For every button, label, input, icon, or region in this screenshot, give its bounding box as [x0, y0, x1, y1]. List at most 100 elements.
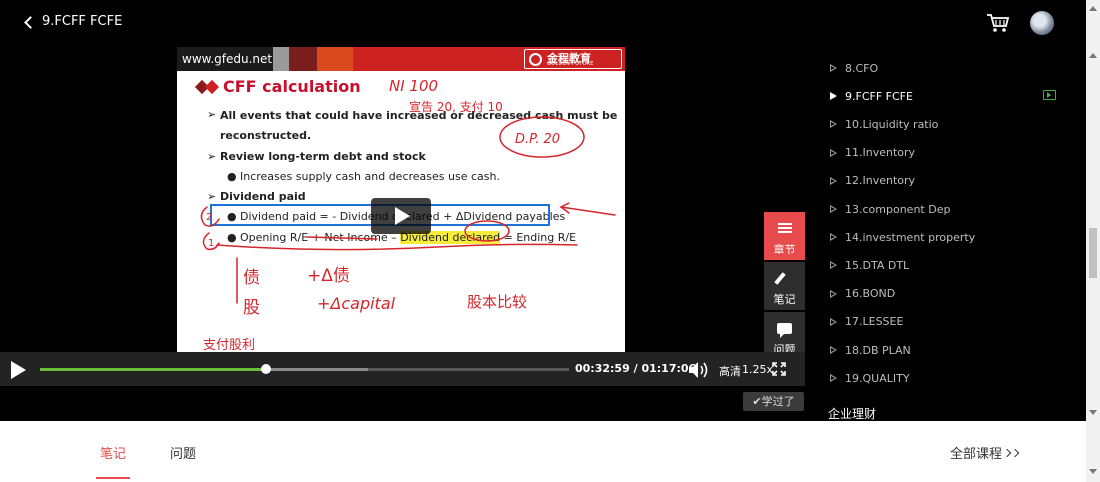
- chapter-item-label: 17.LESSEE: [845, 315, 904, 329]
- play-outline-icon: [830, 64, 837, 72]
- chapter-item[interactable]: 9.FCFF FCFE: [830, 86, 913, 106]
- chapter-item[interactable]: 19.QUALITY: [830, 368, 910, 388]
- chapter-item[interactable]: 15.DTA DTL: [830, 255, 909, 275]
- play-outline-icon: [830, 374, 837, 383]
- slide-line-part: = Ending R/E: [503, 231, 577, 244]
- all-courses-link[interactable]: 全部课程: [950, 443, 1020, 462]
- play-icon: [395, 207, 410, 225]
- course-player-page: 9.FCFF FCFE www.gfedu.net 金程教育 GOLDEN FU…: [0, 0, 1100, 482]
- bullet-arrow-icon: ➢: [207, 190, 217, 203]
- scroll-thumb[interactable]: [1089, 228, 1097, 278]
- mark-learned-button[interactable]: ✔学过了: [743, 392, 804, 411]
- play-outline-icon: [830, 92, 837, 101]
- chat-bubble-icon: [777, 323, 792, 338]
- play-outline-icon: [830, 120, 837, 129]
- annot-bottom-note: 支付股利: [203, 338, 255, 352]
- scroll-up-icon[interactable]: [1089, 6, 1097, 11]
- slide-line: Review long-term debt and stock: [220, 150, 426, 163]
- scroll-down-icon[interactable]: [1089, 469, 1097, 474]
- tab-notes[interactable]: 笔记: [100, 443, 126, 462]
- chapter-item[interactable]: 12.Inventory: [830, 171, 915, 191]
- active-tab-underline: [96, 477, 130, 479]
- center-play-button[interactable]: [371, 198, 431, 234]
- chapter-item[interactable]: 17.LESSEE: [830, 312, 903, 332]
- back-button[interactable]: 9.FCFF FCFE: [24, 14, 123, 29]
- slide-line: Increases supply cash and decreases use …: [240, 170, 500, 183]
- title-diamond-icon: [204, 79, 220, 95]
- all-courses-label: 全部课程: [950, 447, 1003, 462]
- quality-selector[interactable]: 高清: [719, 363, 741, 379]
- slide-line: reconstructed.: [220, 129, 312, 142]
- note-button[interactable]: 笔记: [764, 262, 805, 310]
- speed-selector[interactable]: 1.25x: [742, 363, 773, 376]
- play-outline-icon: [830, 205, 837, 213]
- play-outline-icon: [830, 261, 837, 270]
- pencil-icon: [774, 272, 786, 285]
- chapter-item-label: 16.BOND: [845, 287, 896, 301]
- annot-mark2: 1: [208, 238, 214, 249]
- play-outline-icon: [830, 233, 837, 242]
- lesson-title: 9.FCFF FCFE: [42, 14, 123, 29]
- tab-questions[interactable]: 问题: [170, 443, 196, 462]
- scroll-up-icon[interactable]: [1089, 53, 1097, 58]
- chapter-item-label: 9.FCFF FCFE: [845, 89, 913, 103]
- chapter-item-label: 13.component Dep: [845, 202, 951, 216]
- chapter-item-label: 8.CFO: [845, 61, 879, 75]
- bullet-arrow-icon: ➢: [207, 150, 217, 163]
- chapter-item-label: 18.DB PLAN: [845, 343, 911, 357]
- fullscreen-icon[interactable]: [772, 362, 786, 376]
- play-outline-icon: [830, 346, 837, 354]
- annot-debt-delta: +Δ债: [307, 266, 350, 286]
- chapter-item[interactable]: 13.component Dep: [830, 199, 950, 219]
- now-playing-video-icon: [1043, 90, 1056, 100]
- play-outline-icon: [830, 176, 837, 185]
- header-block: [273, 47, 289, 71]
- played-bar: [40, 368, 267, 371]
- progress-bar[interactable]: [40, 368, 569, 371]
- header-block: [317, 47, 353, 71]
- volume-icon[interactable]: [688, 361, 710, 379]
- chapter-item[interactable]: 14.investment property: [830, 227, 975, 247]
- note-button-label: 笔记: [773, 293, 796, 306]
- slide-line: Dividend paid: [220, 190, 306, 203]
- chapter-item-label: 11.Inventory: [845, 146, 916, 160]
- logo-mark-icon: [529, 53, 542, 66]
- chapter-item[interactable]: 16.BOND: [830, 284, 895, 304]
- play-button[interactable]: [11, 361, 26, 379]
- time-separator: /: [633, 362, 638, 375]
- progress-handle[interactable]: [261, 364, 272, 374]
- annot-debt: 债: [243, 268, 260, 288]
- bullet-dot-icon: ●: [227, 231, 237, 244]
- top-bar: 9.FCFF FCFE: [0, 0, 1086, 47]
- bullet-arrow-icon: ➢: [207, 108, 217, 121]
- chapter-item[interactable]: 10.Liquidity ratio: [830, 114, 938, 134]
- annot-ni: NI 100: [389, 77, 438, 95]
- chapter-item[interactable]: 11.Inventory: [830, 143, 915, 163]
- logo-en: GOLDEN FUTURE: [547, 61, 594, 67]
- scroll-down-icon[interactable]: [1089, 410, 1097, 415]
- annot-dp: D.P. 20: [515, 132, 560, 147]
- chapter-item-label: 14.investment property: [845, 230, 976, 244]
- chapter-item-label: 12.Inventory: [845, 174, 916, 188]
- chapter-list: 8.CFO 9.FCFF FCFE 10.Liquidity ratio 11.Inv…: [805, 47, 1086, 421]
- cart-icon[interactable]: [986, 13, 1010, 33]
- annot-equity: 股: [243, 298, 260, 318]
- scrollbar-top[interactable]: [1086, 0, 1100, 47]
- chapter-button[interactable]: 章节: [764, 212, 805, 260]
- bullet-dot-icon: ●: [227, 170, 237, 183]
- slide-line: All events that could have increased or …: [220, 109, 618, 122]
- scrollbar[interactable]: [1086, 47, 1100, 421]
- current-time: 00:32:59: [575, 362, 630, 375]
- annot-capital: +Δcapital: [317, 294, 396, 313]
- chapter-item-label: 15.DTA DTL: [845, 258, 910, 272]
- header-block: [289, 47, 317, 71]
- chapter-item[interactable]: 8.CFO: [830, 58, 878, 78]
- chapter-item[interactable]: 18.DB PLAN: [830, 340, 911, 360]
- bottom-tabs: 笔记 问题 全部课程: [0, 421, 1086, 482]
- scrollbar-bottom[interactable]: [1086, 421, 1100, 482]
- avatar[interactable]: [1030, 11, 1054, 35]
- play-outline-icon: [830, 289, 837, 298]
- slide-title: CFF calculation: [223, 77, 361, 96]
- time-display: 00:32:59 / 01:17:06: [575, 362, 696, 375]
- play-outline-icon: [830, 148, 837, 157]
